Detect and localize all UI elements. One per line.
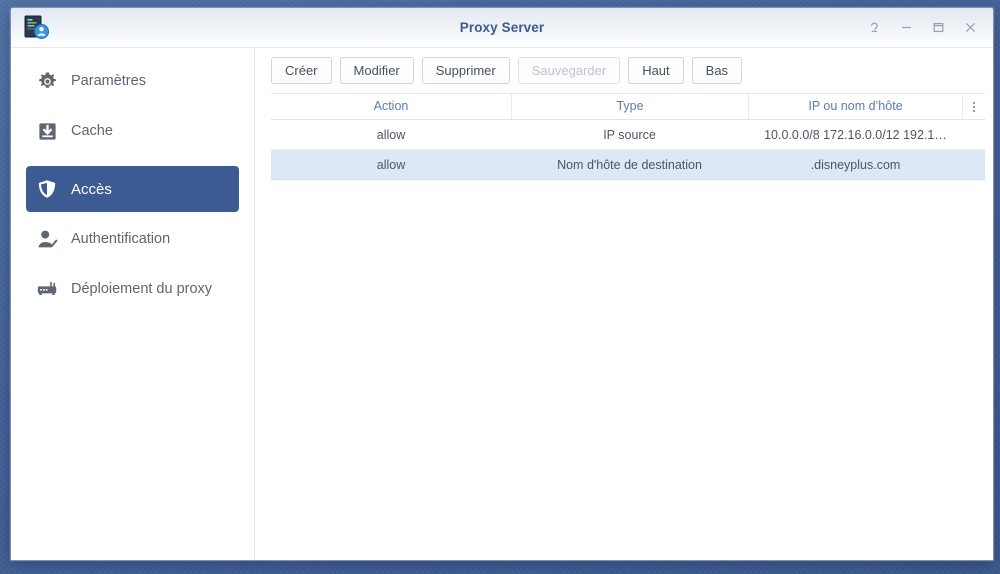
download-icon — [36, 120, 58, 142]
table-header-row: Action Type IP ou nom d’hôte — [271, 93, 985, 120]
delete-button[interactable]: Supprimer — [422, 57, 510, 84]
gear-icon — [36, 70, 58, 92]
cell-type: IP source — [511, 128, 748, 142]
sidebar-item-authentification[interactable]: Authentification — [26, 224, 239, 254]
window-titlebar[interactable]: Proxy Server — [11, 8, 993, 48]
cell-action: allow — [271, 158, 511, 172]
cell-host: 10.0.0.0/8 172.16.0.0/12 192.1… — [748, 128, 963, 142]
save-button: Sauvegarder — [518, 57, 620, 84]
sidebar-item-label: Cache — [71, 123, 113, 139]
sidebar-item-cache[interactable]: Cache — [26, 116, 239, 146]
column-header-type[interactable]: Type — [511, 94, 748, 119]
sidebar-item-label: Accès — [71, 181, 112, 198]
shield-icon — [36, 178, 58, 200]
proxy-server-window: Proxy Server — [10, 7, 994, 561]
create-button[interactable]: Créer — [271, 57, 332, 84]
window-body: Paramètres Cache — [11, 48, 993, 560]
sidebar-item-acces[interactable]: Accès — [26, 166, 239, 212]
maximize-button[interactable] — [923, 15, 953, 41]
help-button[interactable] — [859, 15, 889, 41]
cell-type: Nom d'hôte de destination — [511, 158, 748, 172]
toolbar: Créer Modifier Supprimer Sauvegarder Hau… — [255, 48, 993, 93]
window-controls — [859, 8, 985, 47]
column-header-host[interactable]: IP ou nom d’hôte — [748, 94, 962, 119]
minimize-button[interactable] — [891, 15, 921, 41]
main-content: Créer Modifier Supprimer Sauvegarder Hau… — [255, 48, 993, 560]
sidebar-item-label: Paramètres — [71, 73, 146, 89]
table-empty-area — [271, 180, 985, 560]
kebab-menu-icon[interactable] — [962, 93, 985, 120]
cell-action: allow — [271, 128, 511, 142]
router-icon — [36, 278, 58, 300]
sidebar-item-deploiement-du-proxy[interactable]: Déploiement du proxy — [26, 274, 239, 304]
move-down-button[interactable]: Bas — [692, 57, 742, 84]
rules-table: Action Type IP ou nom d’hôte allow IP so… — [271, 93, 985, 560]
sidebar-item-label: Déploiement du proxy — [71, 281, 212, 297]
column-header-action[interactable]: Action — [271, 94, 511, 119]
table-row[interactable]: allow Nom d'hôte de destination .disneyp… — [271, 150, 985, 180]
cell-host: .disneyplus.com — [748, 158, 963, 172]
close-button[interactable] — [955, 15, 985, 41]
edit-button[interactable]: Modifier — [340, 57, 414, 84]
sidebar: Paramètres Cache — [11, 48, 255, 560]
user-check-icon — [36, 228, 58, 250]
window-title: Proxy Server — [11, 20, 993, 35]
sidebar-item-label: Authentification — [71, 231, 170, 247]
sidebar-item-parametres[interactable]: Paramètres — [26, 66, 239, 96]
table-row[interactable]: allow IP source 10.0.0.0/8 172.16.0.0/12… — [271, 120, 985, 150]
move-up-button[interactable]: Haut — [628, 57, 683, 84]
